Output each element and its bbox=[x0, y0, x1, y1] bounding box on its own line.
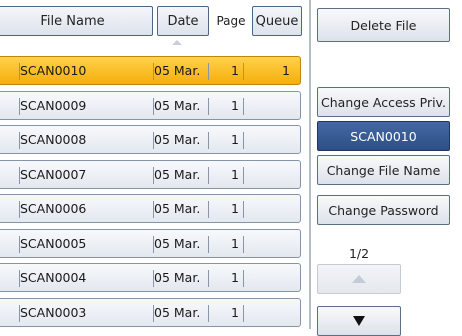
cell-separator bbox=[208, 166, 209, 184]
file-name-cell: SCAN0009 bbox=[20, 97, 87, 113]
date-cell: 05 Mar. bbox=[154, 304, 201, 320]
date-column-header[interactable]: Date bbox=[157, 6, 209, 36]
page-count-cell: 1 bbox=[231, 97, 239, 113]
sort-indicator-icon bbox=[172, 40, 182, 45]
queue-cell bbox=[282, 230, 290, 257]
queue-column-header[interactable]: Queue bbox=[252, 6, 302, 36]
file-name-cell: SCAN0005 bbox=[20, 235, 87, 251]
cell-separator bbox=[208, 97, 209, 115]
file-name-cell: SCAN0007 bbox=[20, 166, 87, 182]
cell-separator bbox=[243, 166, 244, 184]
file-row[interactable]: SCAN0006 05 Mar. 1 bbox=[0, 194, 301, 223]
page-count-cell: 1 bbox=[231, 63, 239, 78]
file-row[interactable]: SCAN0008 05 Mar. 1 bbox=[0, 125, 301, 154]
date-cell: 05 Mar. bbox=[154, 201, 201, 216]
file-row[interactable]: SCAN0009 05 Mar. 1 bbox=[0, 90, 301, 120]
page-count-cell: 1 bbox=[231, 270, 239, 285]
page-count-cell: 1 bbox=[231, 304, 239, 320]
page-count-cell: 1 bbox=[231, 166, 239, 182]
queue-cell bbox=[282, 161, 290, 188]
file-row[interactable]: SCAN0003 05 Mar. 1 bbox=[0, 297, 301, 327]
cell-separator bbox=[243, 132, 244, 149]
page-count-cell: 1 bbox=[231, 235, 239, 251]
page-count-cell: 1 bbox=[231, 132, 239, 147]
cell-separator bbox=[208, 270, 209, 287]
triangle-up-icon bbox=[352, 275, 366, 283]
file-name-cell: SCAN0003 bbox=[20, 304, 87, 320]
page-column-header: Page bbox=[216, 14, 246, 28]
date-cell: 05 Mar. bbox=[154, 97, 201, 113]
cell-separator bbox=[208, 304, 209, 322]
delete-file-button[interactable]: Delete File bbox=[317, 8, 450, 42]
date-cell: 05 Mar. bbox=[154, 63, 201, 78]
file-name-cell: SCAN0004 bbox=[20, 270, 87, 285]
date-cell: 05 Mar. bbox=[154, 235, 201, 251]
page-count-cell: 1 bbox=[231, 201, 239, 216]
change-password-button[interactable]: Change Password bbox=[317, 195, 450, 225]
queue-cell bbox=[282, 92, 290, 119]
cell-separator bbox=[208, 63, 209, 80]
queue-cell: 1 bbox=[282, 63, 290, 78]
file-row[interactable]: SCAN0004 05 Mar. 1 bbox=[0, 263, 301, 292]
queue-cell bbox=[282, 264, 290, 291]
cell-separator bbox=[243, 270, 244, 287]
queue-cell bbox=[282, 195, 290, 222]
date-cell: 05 Mar. bbox=[154, 270, 201, 285]
file-row[interactable]: SCAN0010 05 Mar. 1 1 bbox=[0, 56, 301, 85]
cell-separator bbox=[208, 235, 209, 253]
cell-separator bbox=[208, 201, 209, 218]
triangle-down-icon bbox=[353, 316, 365, 326]
file-row[interactable]: SCAN0005 05 Mar. 1 bbox=[0, 228, 301, 258]
queue-cell bbox=[282, 126, 290, 153]
scroll-up-button[interactable] bbox=[317, 264, 401, 294]
change-file-name-button[interactable]: Change File Name bbox=[317, 155, 450, 185]
change-access-privileges-button[interactable]: Change Access Priv. bbox=[317, 87, 450, 117]
selected-file-display: SCAN0010 bbox=[317, 121, 450, 151]
file-name-column-header[interactable]: File Name bbox=[0, 6, 153, 36]
cell-separator bbox=[243, 63, 244, 80]
date-cell: 05 Mar. bbox=[154, 132, 201, 147]
file-row[interactable]: SCAN0007 05 Mar. 1 bbox=[0, 159, 301, 189]
cell-separator bbox=[243, 201, 244, 218]
file-name-cell: SCAN0008 bbox=[20, 132, 87, 147]
cell-separator bbox=[243, 304, 244, 322]
page-indicator: 1/2 bbox=[348, 246, 370, 261]
file-name-cell: SCAN0006 bbox=[20, 201, 87, 216]
panel-divider bbox=[309, 0, 311, 329]
file-name-cell: SCAN0010 bbox=[20, 63, 87, 78]
date-cell: 05 Mar. bbox=[154, 166, 201, 182]
cell-separator bbox=[243, 97, 244, 115]
cell-separator bbox=[208, 132, 209, 149]
scroll-down-button[interactable] bbox=[317, 306, 401, 336]
cell-separator bbox=[243, 235, 244, 253]
queue-cell bbox=[282, 299, 290, 326]
